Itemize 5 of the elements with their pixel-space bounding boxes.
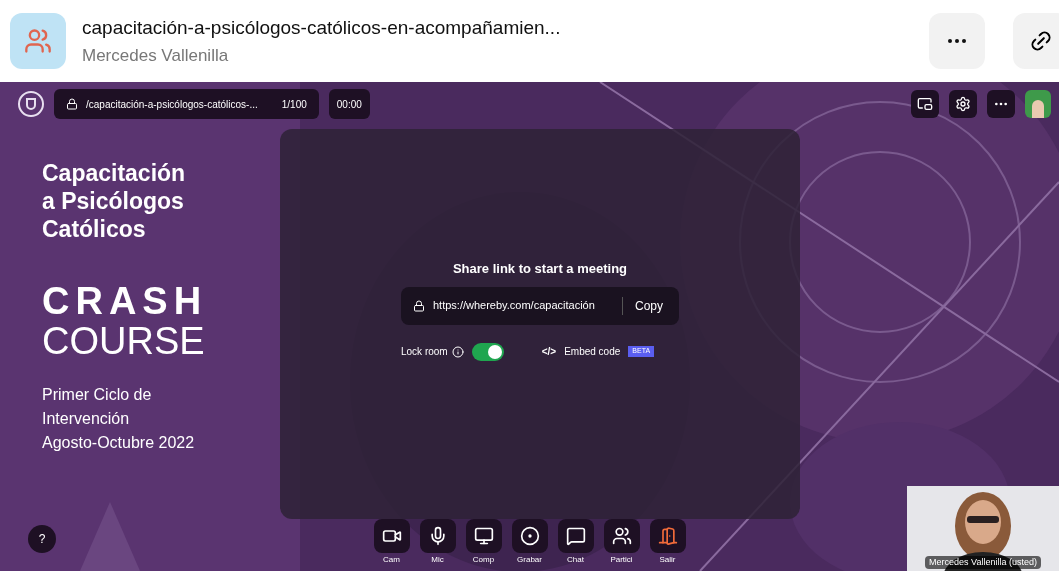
recording-title: capacitación-a-psicólogos-católicos-en-acompañamien... <box>82 16 562 40</box>
group-icon <box>10 13 66 69</box>
link-button[interactable] <box>1013 13 1059 69</box>
owner-name: Mercedes Vallenilla <box>82 44 230 67</box>
more-icon <box>948 39 966 43</box>
